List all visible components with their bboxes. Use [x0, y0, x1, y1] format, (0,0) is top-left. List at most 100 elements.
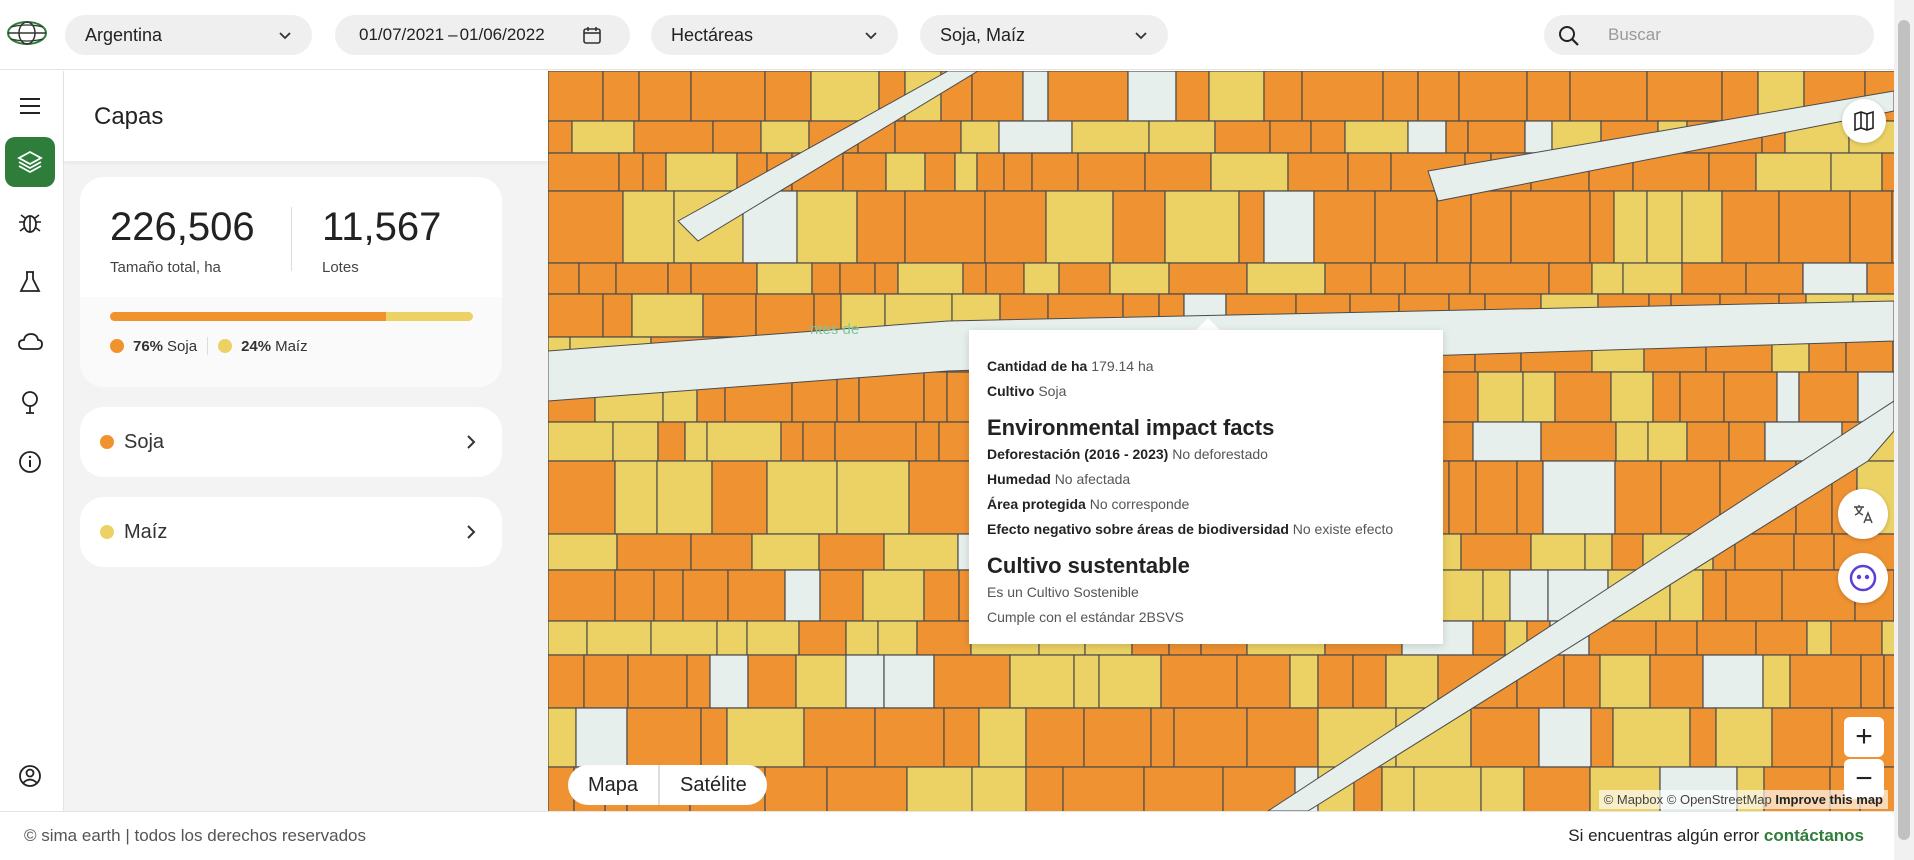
field-parcel[interactable] [818, 533, 885, 571]
field-parcel[interactable] [923, 569, 960, 622]
field-parcel[interactable] [686, 654, 711, 709]
field-parcel[interactable] [1047, 71, 1129, 122]
field-parcel[interactable] [690, 71, 766, 122]
weather-button[interactable] [5, 317, 55, 367]
field-parcel[interactable] [1289, 654, 1319, 709]
field-parcel[interactable] [1679, 371, 1725, 423]
field-parcel[interactable] [583, 654, 629, 709]
field-parcel[interactable] [924, 152, 956, 192]
field-parcel[interactable] [1755, 152, 1832, 192]
field-parcel[interactable] [1590, 707, 1614, 768]
field-parcel[interactable] [760, 120, 810, 154]
field-parcel[interactable] [1509, 569, 1549, 622]
field-parcel[interactable] [1246, 707, 1319, 768]
field-parcel[interactable] [1721, 190, 1780, 264]
field-parcel[interactable] [548, 120, 573, 154]
field-parcel[interactable] [1077, 152, 1146, 192]
field-parcel[interactable] [1458, 71, 1528, 122]
field-parcel[interactable] [1317, 654, 1354, 709]
field-parcel[interactable] [712, 120, 762, 154]
field-parcel[interactable] [616, 533, 692, 571]
field-parcel[interactable] [631, 293, 704, 338]
field-parcel[interactable] [690, 533, 753, 571]
field-parcel[interactable] [727, 569, 786, 622]
field-parcel[interactable] [845, 654, 885, 709]
mapbox-attribution[interactable]: © Mapbox [1604, 792, 1663, 807]
field-parcel[interactable] [1755, 620, 1808, 656]
field-parcel[interactable] [845, 620, 879, 656]
field-parcel[interactable] [548, 293, 604, 338]
field-parcel[interactable] [1728, 421, 1766, 462]
field-parcel[interactable] [897, 262, 964, 295]
field-parcel[interactable] [1849, 190, 1893, 264]
improve-map-link[interactable]: Improve this map [1775, 792, 1883, 807]
field-parcel[interactable] [894, 120, 962, 154]
field-parcel[interactable] [1045, 190, 1114, 264]
field-parcel[interactable] [1655, 620, 1698, 656]
field-parcel[interactable] [874, 707, 945, 768]
field-parcel[interactable] [933, 654, 1011, 709]
field-parcel[interactable] [1374, 190, 1438, 264]
field-parcel[interactable] [1098, 654, 1162, 709]
field-parcel[interactable] [1702, 654, 1764, 709]
field-parcel[interactable] [1301, 71, 1384, 122]
field-parcel[interactable] [690, 262, 758, 295]
field-parcel[interactable] [756, 262, 813, 295]
field-parcel[interactable] [656, 460, 713, 535]
field-parcel[interactable] [548, 190, 624, 264]
field-parcel[interactable] [548, 71, 604, 122]
field-parcel[interactable] [877, 620, 918, 656]
field-parcel[interactable] [915, 421, 940, 462]
field-parcel[interactable] [984, 190, 1047, 264]
field-parcel[interactable] [1860, 654, 1885, 709]
field-parcel[interactable] [1025, 707, 1085, 768]
map-style-button[interactable] [1842, 99, 1886, 143]
field-parcel[interactable] [1689, 707, 1717, 768]
field-parcel[interactable] [885, 152, 926, 192]
field-parcel[interactable] [1649, 654, 1704, 709]
field-parcel[interactable] [602, 293, 633, 338]
vegetation-button[interactable] [5, 377, 55, 427]
field-parcel[interactable] [614, 569, 655, 622]
field-parcel[interactable] [1448, 460, 1477, 535]
field-parcel[interactable] [1022, 71, 1049, 122]
field-parcel[interactable] [1470, 190, 1512, 264]
field-parcel[interactable] [1413, 766, 1482, 811]
field-parcel[interactable] [784, 569, 821, 622]
field-parcel[interactable] [1148, 120, 1216, 154]
field-parcel[interactable] [971, 766, 1027, 811]
field-parcel[interactable] [711, 460, 768, 535]
field-parcel[interactable] [633, 120, 714, 154]
field-parcel[interactable] [1681, 190, 1723, 264]
field-parcel[interactable] [1721, 71, 1759, 122]
field-parcel[interactable] [650, 620, 718, 656]
field-parcel[interactable] [803, 707, 876, 768]
field-parcel[interactable] [1482, 569, 1511, 622]
country-select[interactable]: Argentina [65, 15, 312, 55]
field-parcel[interactable] [883, 654, 935, 709]
field-parcel[interactable] [1646, 190, 1683, 264]
field-parcel[interactable] [1802, 262, 1868, 295]
field-parcel[interactable] [1806, 620, 1832, 656]
field-parcel[interactable] [642, 152, 667, 192]
field-parcel[interactable] [1652, 371, 1681, 423]
field-parcel[interactable] [962, 262, 987, 295]
field-parcel[interactable] [548, 533, 618, 571]
field-parcel[interactable] [1175, 71, 1210, 122]
field-parcel[interactable] [1881, 620, 1894, 656]
info-button[interactable] [5, 437, 55, 487]
field-parcel[interactable] [1246, 262, 1326, 295]
field-parcel[interactable] [548, 262, 580, 295]
field-parcel[interactable] [1385, 654, 1439, 709]
field-parcel[interactable] [612, 421, 659, 462]
field-parcel[interactable] [1324, 262, 1372, 295]
field-parcel[interactable] [1168, 262, 1248, 295]
field-parcel[interactable] [706, 421, 782, 462]
osm-attribution[interactable]: © OpenStreetMap [1667, 792, 1772, 807]
field-parcel[interactable] [1613, 190, 1648, 264]
field-parcel[interactable] [575, 707, 628, 768]
account-button[interactable] [5, 751, 55, 801]
field-parcel[interactable] [1542, 460, 1616, 535]
field-parcel[interactable] [1524, 120, 1553, 154]
field-parcel[interactable] [1352, 654, 1387, 709]
